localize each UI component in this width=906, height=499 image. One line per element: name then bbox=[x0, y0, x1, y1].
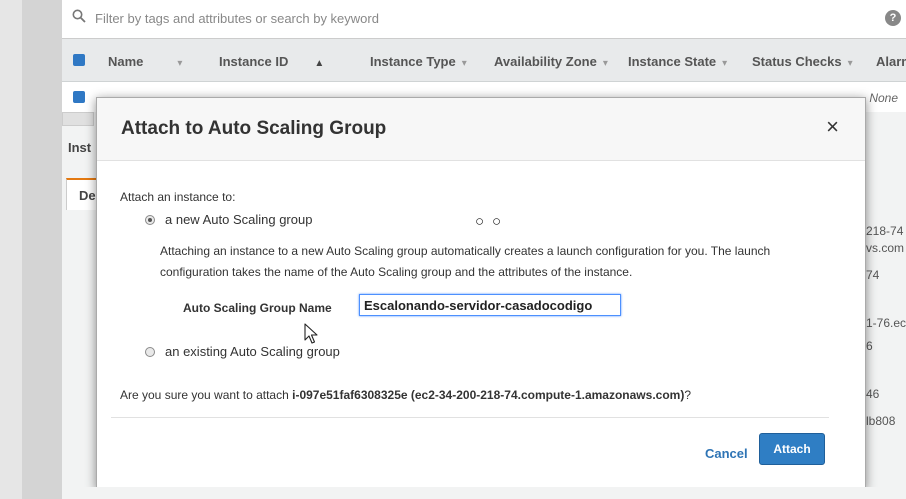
detail-fragment: 218-74 bbox=[866, 224, 904, 238]
radio-existing-group-label[interactable]: an existing Auto Scaling group bbox=[165, 344, 340, 359]
left-navigation-rail bbox=[22, 0, 62, 499]
column-header-availability-zone[interactable]: Availability Zone ▾ bbox=[494, 54, 608, 69]
search-placeholder: Filter by tags and attributes or search … bbox=[95, 11, 379, 26]
detail-fragment: 6 bbox=[866, 339, 873, 353]
instances-section-label: Inst bbox=[68, 140, 92, 155]
filter-search-bar[interactable]: Filter by tags and attributes or search … bbox=[62, 0, 906, 39]
cancel-button[interactable]: Cancel bbox=[705, 446, 748, 461]
table-header-row: Name ▾ Instance ID ▲ Instance Type ▾ Availa… bbox=[62, 39, 906, 82]
dialog-header: Attach to Auto Scaling Group × bbox=[97, 98, 865, 161]
footer-divider bbox=[111, 417, 829, 418]
confirmation-text: Are you sure you want to attach i-097e51… bbox=[120, 388, 692, 402]
detail-fragment: vs.com bbox=[866, 241, 905, 255]
column-header-instance-type[interactable]: Instance Type ▾ bbox=[370, 54, 467, 69]
radio-new-group[interactable] bbox=[145, 215, 155, 225]
left-gutter bbox=[0, 0, 22, 499]
select-all-checkbox[interactable] bbox=[73, 54, 85, 66]
dialog-title: Attach to Auto Scaling Group bbox=[121, 118, 387, 139]
instance-identifier: i-097e51faf6308325e (ec2-34-200-218-74.c… bbox=[292, 388, 685, 402]
horizontal-scrollbar[interactable] bbox=[62, 112, 94, 126]
column-header-alarm[interactable]: Alarm bbox=[876, 54, 906, 69]
detail-fragment: lb808 bbox=[866, 414, 896, 428]
bottom-strip bbox=[62, 487, 906, 499]
column-header-instance-id[interactable]: Instance ID ▲ bbox=[219, 54, 324, 69]
alarm-status: None bbox=[869, 91, 898, 105]
group-name-label: Auto Scaling Group Name bbox=[183, 301, 332, 315]
circle-icons: ○○ bbox=[475, 213, 510, 230]
mouse-cursor-icon bbox=[304, 323, 318, 344]
column-header-instance-state[interactable]: Instance State ▾ bbox=[628, 54, 727, 69]
attach-prompt: Attach an instance to: bbox=[120, 190, 236, 204]
attach-auto-scaling-dialog: Attach to Auto Scaling Group × Attach an… bbox=[96, 97, 866, 489]
detail-fragment: 46 bbox=[866, 387, 880, 401]
explanation-text: Attaching an instance to a new Auto Scal… bbox=[160, 244, 771, 279]
column-header-name[interactable]: Name ▾ bbox=[108, 54, 182, 69]
help-icon[interactable]: ? bbox=[885, 10, 901, 26]
column-header-status-checks[interactable]: Status Checks ▾ bbox=[752, 54, 853, 69]
detail-fragment: 74 bbox=[866, 268, 880, 282]
detail-fragment: 1-76.ec bbox=[866, 316, 906, 330]
row-checkbox[interactable] bbox=[73, 91, 85, 103]
close-icon[interactable]: × bbox=[826, 116, 839, 138]
radio-existing-group[interactable] bbox=[145, 347, 155, 357]
radio-new-group-label[interactable]: a new Auto Scaling group bbox=[165, 212, 312, 227]
group-name-input[interactable] bbox=[359, 294, 621, 316]
search-icon bbox=[72, 9, 86, 23]
attach-button[interactable]: Attach bbox=[759, 433, 825, 465]
